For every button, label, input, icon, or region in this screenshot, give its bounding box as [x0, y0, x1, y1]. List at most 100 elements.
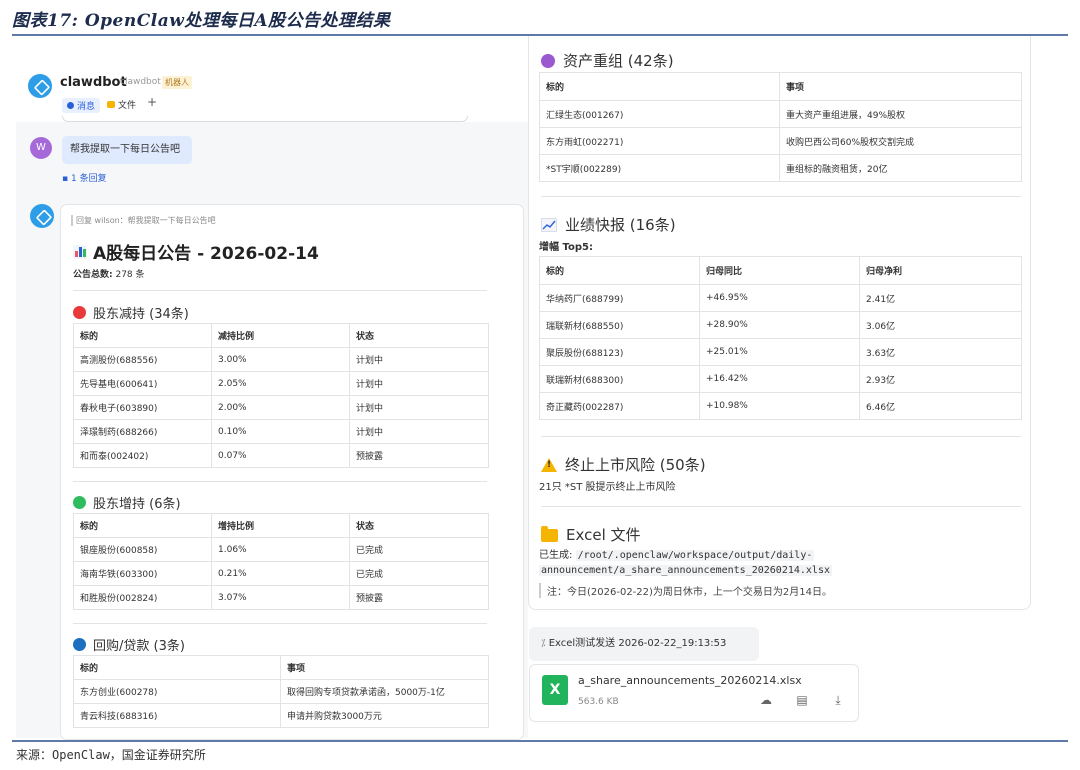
col-header: 事项	[280, 655, 489, 680]
message-icon	[67, 102, 74, 109]
bottom-rule	[12, 740, 1068, 742]
restructure-table: 标的 事项 汇绿生态(001267) 重大资产重组进展，49%股权 东方雨虹(0…	[539, 72, 1022, 182]
trend-chart-icon	[541, 217, 557, 232]
file-size: 563.6 KB	[578, 697, 619, 707]
delist-subtitle: 21只 *ST 股提示终止上市风险	[539, 482, 676, 493]
cell: 泽璟制药(688266)	[73, 419, 212, 444]
table-row: 先导基电(600641) 2.05% 计划中	[73, 371, 489, 396]
cell: 3.00%	[211, 347, 350, 372]
cell: 重大资产重组进展，49%股权	[779, 100, 1022, 128]
purple-circle-icon	[541, 53, 555, 68]
cell: 收购巴西公司60%股权交割完成	[779, 127, 1022, 155]
reduce-section-title: 股东减持 (34条)	[73, 303, 189, 322]
cell: 取得回购专项贷款承诺函，5000万-1亿	[280, 679, 489, 704]
table-row: 瑞联新材(688550) +28.90% 3.06亿	[539, 311, 1022, 339]
cell: 3.06亿	[859, 311, 1022, 339]
col-header: 标的	[73, 655, 281, 680]
report-title: A股每日公告 - 2026-02-14	[73, 239, 319, 264]
file-name: a_share_announcements_20260214.xlsx	[578, 674, 802, 687]
cell: 0.21%	[211, 561, 350, 586]
cell: 青云科技(688316)	[73, 703, 281, 728]
tab-files-label: 文件	[118, 101, 137, 111]
total-value: 278 条	[115, 270, 145, 280]
channel-header: clawdbot clawdbot 机器人 消息 文件 +	[16, 66, 528, 122]
cell: 3.63亿	[859, 338, 1022, 366]
bot-logo-icon	[28, 74, 52, 98]
add-tab-button[interactable]: +	[147, 95, 157, 109]
excel-path-line1: 已生成: /root/.openclaw/workspace/output/da…	[539, 546, 815, 561]
file-attachment-card[interactable]: X a_share_announcements_20260214.xlsx 56…	[529, 664, 859, 722]
cell: 春秋电子(603890)	[73, 395, 212, 420]
cell: 华纳药厂(688799)	[539, 284, 700, 312]
cell: *ST宇顺(002289)	[539, 154, 780, 182]
divider	[541, 506, 1021, 507]
table-row: 青云科技(688316) 申请并购贷款3000万元	[73, 703, 489, 728]
path-code-2: announcement/a_share_announcements_20260…	[539, 565, 832, 576]
cell: 1.06%	[211, 537, 350, 562]
delist-section-title: 终止上市风险 (50条)	[541, 454, 706, 475]
divider	[73, 481, 487, 482]
cell: 计划中	[349, 419, 489, 444]
table-row: 泽璟制药(688266) 0.10% 计划中	[73, 419, 489, 444]
generated-label: 已生成:	[539, 550, 573, 561]
holiday-note: 注：今日(2026-02-22)为周日休市，上一个交易日为2月14日。	[539, 583, 832, 598]
red-circle-icon	[73, 306, 86, 319]
table-row: 汇绿生态(001267) 重大资产重组进展，49%股权	[539, 100, 1022, 128]
cell: +10.98%	[699, 392, 860, 420]
divider	[541, 196, 1021, 197]
tab-messages[interactable]: 消息	[62, 98, 101, 113]
buyback-title: 回购/贷款 (3条)	[93, 639, 185, 654]
reply-count-link[interactable]: ▪ 1 条回复	[62, 171, 107, 184]
cell: 预披露	[349, 585, 489, 610]
user-avatar[interactable]: W	[30, 137, 52, 159]
cell: 先导基电(600641)	[73, 371, 212, 396]
cell: 预披露	[349, 443, 489, 468]
cell: 2.00%	[211, 395, 350, 420]
earnings-title: 业绩快报 (16条)	[565, 216, 676, 234]
cell: 海南华铁(603300)	[73, 561, 212, 586]
document-preview-icon[interactable]: ▤	[794, 693, 810, 709]
cell: 和而泰(002402)	[73, 443, 212, 468]
table-row: 东方雨虹(002271) 收购巴西公司60%股权交割完成	[539, 127, 1022, 155]
bot-avatar-icon[interactable]	[30, 204, 54, 228]
table-row: 奇正藏药(002287) +10.98% 6.46亿	[539, 392, 1022, 420]
cell: 重组标的融资租赁，20亿	[779, 154, 1022, 182]
cell: 计划中	[349, 395, 489, 420]
increase-title: 股东增持 (6条)	[93, 497, 181, 512]
excel-send-label: Excel测试发送 2026-02-22_19:13:53	[548, 638, 727, 649]
tab-messages-label: 消息	[77, 102, 96, 112]
table-header-row: 标的 归母同比 归母净利	[539, 256, 1022, 285]
table-row: 联瑞新材(688300) +16.42% 2.93亿	[539, 365, 1022, 393]
buyback-section-title: 回购/贷款 (3条)	[73, 635, 185, 654]
col-header: 事项	[779, 72, 1022, 101]
col-header: 状态	[349, 513, 489, 538]
table-row: *ST宇顺(002289) 重组标的融资租赁，20亿	[539, 154, 1022, 182]
figure-source: 来源：OpenClaw，国金证券研究所	[16, 748, 206, 762]
col-header: 标的	[73, 323, 212, 348]
tab-files[interactable]: 文件	[107, 98, 136, 111]
green-circle-icon	[73, 496, 86, 509]
cell: +46.95%	[699, 284, 860, 312]
download-icon[interactable]: ⤓	[830, 693, 846, 709]
total-count: 公告总数: 278 条	[73, 267, 145, 280]
col-header: 减持比例	[211, 323, 350, 348]
folder-icon	[541, 526, 558, 542]
restructure-section-title: 资产重组 (42条)	[541, 50, 674, 71]
cell: 和胜股份(002824)	[73, 585, 212, 610]
total-label: 公告总数:	[73, 270, 113, 280]
cell: 计划中	[349, 371, 489, 396]
channel-sub: clawdbot	[120, 77, 161, 87]
excel-file-icon: X	[542, 675, 568, 705]
cell: 2.41亿	[859, 284, 1022, 312]
cell: 计划中	[349, 347, 489, 372]
cell: 银座股份(600858)	[73, 537, 212, 562]
col-header: 归母净利	[859, 256, 1022, 285]
col-header: 归母同比	[699, 256, 860, 285]
cell: 0.10%	[211, 419, 350, 444]
table-header-row: 标的 增持比例 状态	[73, 513, 489, 538]
cell: 0.07%	[211, 443, 350, 468]
cloud-upload-icon[interactable]: ☁	[758, 693, 774, 709]
cell: 汇绿生态(001267)	[539, 100, 780, 128]
restructure-title: 资产重组 (42条)	[563, 52, 674, 70]
reply-icon: ▪	[62, 174, 69, 184]
